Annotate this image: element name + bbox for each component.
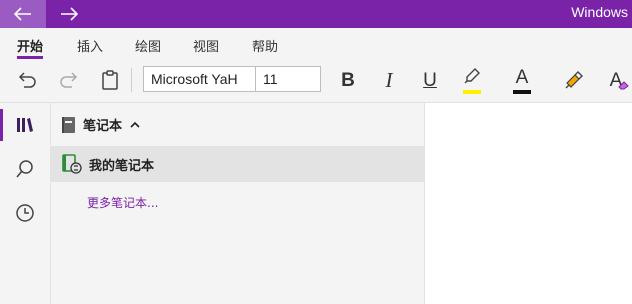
paste-button[interactable] (94, 64, 126, 96)
format-painter-button[interactable] (558, 64, 590, 96)
notebook-item-label: 我的笔记本 (89, 158, 155, 174)
eraser-icon (618, 81, 629, 90)
redo-button[interactable] (52, 64, 84, 96)
underline-button[interactable]: U (414, 64, 446, 96)
title-bar: Windows (0, 0, 632, 28)
bold-icon: B (341, 69, 355, 91)
nav-search[interactable] (0, 149, 50, 189)
sync-notebook-icon (62, 154, 82, 174)
notebook-icon (62, 116, 75, 133)
font-name-field[interactable]: Microsoft YaH (143, 66, 256, 92)
chevron-up-icon (130, 121, 140, 128)
tab-draw[interactable]: 绘图 (135, 36, 161, 55)
nav-active-indicator (0, 109, 3, 141)
font-color-button[interactable]: A (506, 64, 538, 96)
notebooks-header-label: 笔记本 (83, 119, 123, 134)
page-canvas[interactable] (425, 103, 632, 304)
more-notebooks-link[interactable]: 更多笔记本... (87, 194, 158, 211)
highlighter-icon (464, 68, 480, 84)
active-tab-indicator (17, 56, 43, 59)
undo-icon (18, 72, 36, 88)
highlight-color-bar (463, 90, 481, 94)
clear-format-button[interactable]: A (600, 64, 632, 96)
font-color-icon: A (515, 66, 529, 88)
highlight-button[interactable] (456, 64, 488, 96)
nav-recent[interactable] (0, 193, 50, 233)
italic-button[interactable]: I (373, 64, 405, 96)
format-painter-icon (565, 71, 583, 89)
arrow-left-icon (14, 7, 31, 21)
toolbar-separator (131, 68, 132, 92)
font-size-field[interactable]: 11 (255, 66, 321, 92)
bold-button[interactable]: B (332, 64, 364, 96)
notebook-panel: 笔记本 我的笔记本 更多笔记本... (51, 103, 425, 304)
arrow-right-icon (61, 7, 78, 21)
font-color-bar (513, 90, 531, 94)
tab-home[interactable]: 开始 (17, 36, 43, 55)
underline-icon: U (423, 69, 437, 91)
nav-rail (0, 103, 51, 304)
ribbon: 开始 插入 绘图 视图 帮助 Microsoft YaH 11 B I U A … (0, 28, 632, 103)
italic-icon: I (385, 67, 393, 92)
redo-icon (60, 72, 78, 88)
undo-button[interactable] (12, 64, 44, 96)
notebooks-icon (17, 118, 33, 132)
notebooks-header[interactable]: 笔记本 (61, 115, 141, 134)
tab-insert[interactable]: 插入 (77, 36, 103, 55)
tab-view[interactable]: 视图 (193, 36, 219, 55)
back-button[interactable] (0, 0, 46, 28)
tab-help[interactable]: 帮助 (252, 36, 278, 55)
recent-clock-icon (16, 204, 34, 222)
forward-button[interactable] (46, 0, 92, 28)
nav-notebooks[interactable] (0, 105, 50, 145)
search-icon (16, 160, 33, 178)
window-title: Windows (571, 4, 628, 20)
notebook-item-my-notebook[interactable]: 我的笔记本 (51, 146, 424, 182)
clipboard-icon (102, 70, 118, 90)
